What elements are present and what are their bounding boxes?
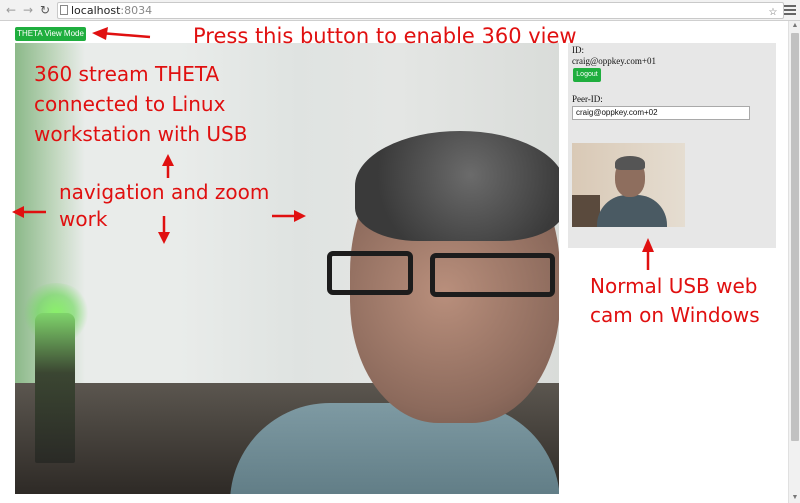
- annotation-arrows: [12, 27, 654, 270]
- arrow-to-theta-button: [99, 31, 151, 39]
